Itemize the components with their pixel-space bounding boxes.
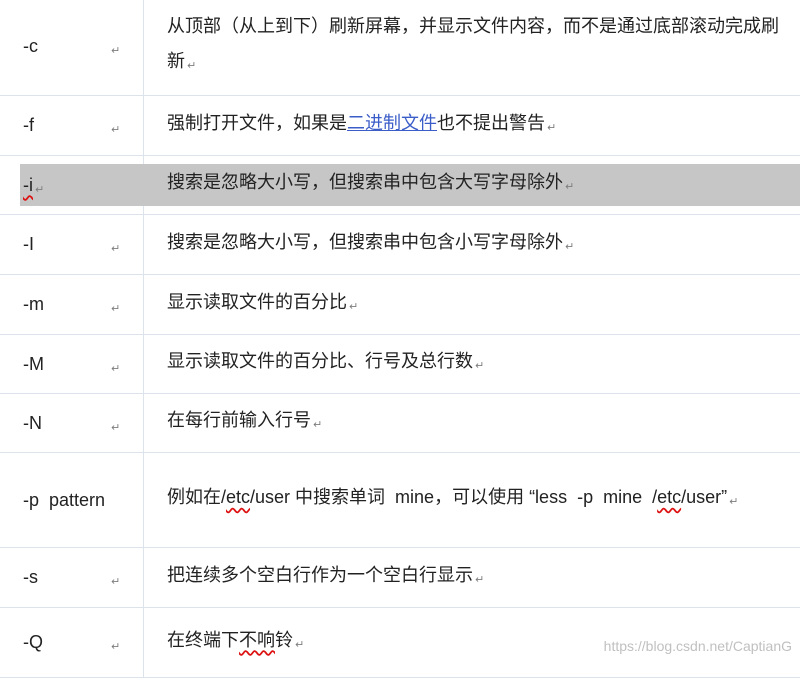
spellcheck-word: 不响 <box>239 630 275 650</box>
option-cell: -N↵ <box>0 394 144 453</box>
option-flag: -N <box>23 406 109 441</box>
table-row: -I↵ 搜索是忽略大小写，但搜索串中包含小写字母除外↵ <box>0 215 800 275</box>
option-description: 铃 <box>275 630 293 650</box>
description-cell: 强制打开文件，如果是二进制文件也不提出警告↵ <box>144 96 800 156</box>
option-description: 显示读取文件的百分比、行号及总行数 <box>167 351 473 371</box>
description-cell: 把连续多个空白行作为一个空白行显示↵ <box>144 548 800 608</box>
option-cell: -m↵ <box>0 275 144 335</box>
table-row: -M↵ 显示读取文件的百分比、行号及总行数↵ <box>0 335 800 394</box>
option-cell: -p pattern <box>0 453 144 548</box>
source-watermark: https://blog.csdn.net/CaptianG <box>604 638 792 654</box>
option-cell: -I↵ <box>0 215 144 275</box>
option-flag: -M <box>23 347 109 382</box>
option-flag: -p pattern <box>23 483 109 518</box>
table-row: -N↵ 在每行前输入行号↵ <box>0 394 800 453</box>
option-flag: -Q <box>23 625 109 660</box>
paragraph-mark-icon: ↵ <box>475 574 484 586</box>
paragraph-mark-icon: ↵ <box>111 124 120 136</box>
option-description: /user” <box>681 487 727 507</box>
paragraph-mark-icon: ↵ <box>111 45 120 57</box>
description-cell: 搜索是忽略大小写，但搜索串中包含小写字母除外↵ <box>144 215 800 275</box>
paragraph-mark-icon: ↵ <box>111 303 120 315</box>
option-cell: -s↵ <box>0 548 144 608</box>
paragraph-mark-icon: ↵ <box>111 576 120 588</box>
option-cell: -c↵ <box>0 0 144 96</box>
description-cell: 显示读取文件的百分比、行号及总行数↵ <box>144 335 800 394</box>
paragraph-mark-icon: ↵ <box>313 419 322 431</box>
table-row: -s↵ 把连续多个空白行作为一个空白行显示↵ <box>0 548 800 608</box>
option-description: 在每行前输入行号 <box>167 410 311 430</box>
option-description: 把连续多个空白行作为一个空白行显示 <box>167 565 473 585</box>
description-cell: 从顶部（从上到下）刷新屏幕，并显示文件内容，而不是通过底部滚动完成刷新↵ <box>144 0 800 96</box>
description-cell: 例如在/etc/user 中搜索单词 mine，可以使用 “less -p mi… <box>144 453 800 548</box>
paragraph-mark-icon: ↵ <box>111 422 120 434</box>
option-cell: -f↵ <box>0 96 144 156</box>
option-flag: -i <box>23 168 33 203</box>
paragraph-mark-icon: ↵ <box>729 496 738 508</box>
spellcheck-word: etc <box>657 487 681 507</box>
description-cell: 在每行前输入行号↵ <box>144 394 800 453</box>
paragraph-mark-icon: ↵ <box>565 241 574 253</box>
paragraph-mark-icon: ↵ <box>295 639 304 651</box>
description-cell: 显示读取文件的百分比↵ <box>144 275 800 335</box>
option-description: 从顶部（从上到下）刷新屏幕，并显示文件内容，而不是通过底部滚动完成刷新 <box>167 16 779 71</box>
option-cell: -Q↵ <box>0 608 144 678</box>
paragraph-mark-icon: ↵ <box>111 363 120 375</box>
option-flag: -c <box>23 29 109 64</box>
table-row: -m↵ 显示读取文件的百分比↵ <box>0 275 800 335</box>
option-flag: -I <box>23 227 109 262</box>
option-description: 搜索是忽略大小写，但搜索串中包含小写字母除外 <box>167 232 563 252</box>
option-flag: -s <box>23 560 109 595</box>
option-flag: -f <box>23 108 109 143</box>
paragraph-mark-icon: ↵ <box>187 60 196 72</box>
option-description: 例如在/ <box>167 487 226 507</box>
paragraph-mark-icon: ↵ <box>547 122 556 134</box>
option-flag: -m <box>23 287 109 322</box>
options-table: -c↵ 从顶部（从上到下）刷新屏幕，并显示文件内容，而不是通过底部滚动完成刷新↵… <box>0 0 800 678</box>
table-row: -c↵ 从顶部（从上到下）刷新屏幕，并显示文件内容，而不是通过底部滚动完成刷新↵ <box>0 0 800 96</box>
paragraph-mark-icon: ↵ <box>475 360 484 372</box>
option-description: 强制打开文件，如果是 <box>167 113 347 133</box>
option-description: 在终端下 <box>167 630 239 650</box>
paragraph-mark-icon: ↵ <box>35 184 44 196</box>
option-description: /user 中搜索单词 mine，可以使用 “less -p mine / <box>250 487 657 507</box>
paragraph-mark-icon: ↵ <box>349 301 358 313</box>
table-row: -p pattern 例如在/etc/user 中搜索单词 mine，可以使用 … <box>0 453 800 548</box>
paragraph-mark-icon: ↵ <box>111 641 120 653</box>
paragraph-mark-icon: ↵ <box>111 243 120 255</box>
option-description-tail: 也不提出警告 <box>437 113 545 133</box>
option-description: 显示读取文件的百分比 <box>167 292 347 312</box>
table-row-highlighted: -i↵ 搜索是忽略大小写，但搜索串中包含大写字母除外↵ <box>0 156 800 215</box>
description-cell: 搜索是忽略大小写，但搜索串中包含大写字母除外↵ <box>144 156 800 215</box>
option-cell: -i↵ <box>0 156 144 215</box>
option-cell: -M↵ <box>0 335 144 394</box>
binary-file-link[interactable]: 二进制文件 <box>347 113 437 133</box>
paragraph-mark-icon: ↵ <box>565 181 574 193</box>
spellcheck-word: etc <box>226 487 250 507</box>
table-row: -f↵ 强制打开文件，如果是二进制文件也不提出警告↵ <box>0 96 800 156</box>
option-description: 搜索是忽略大小写，但搜索串中包含大写字母除外 <box>167 172 563 192</box>
